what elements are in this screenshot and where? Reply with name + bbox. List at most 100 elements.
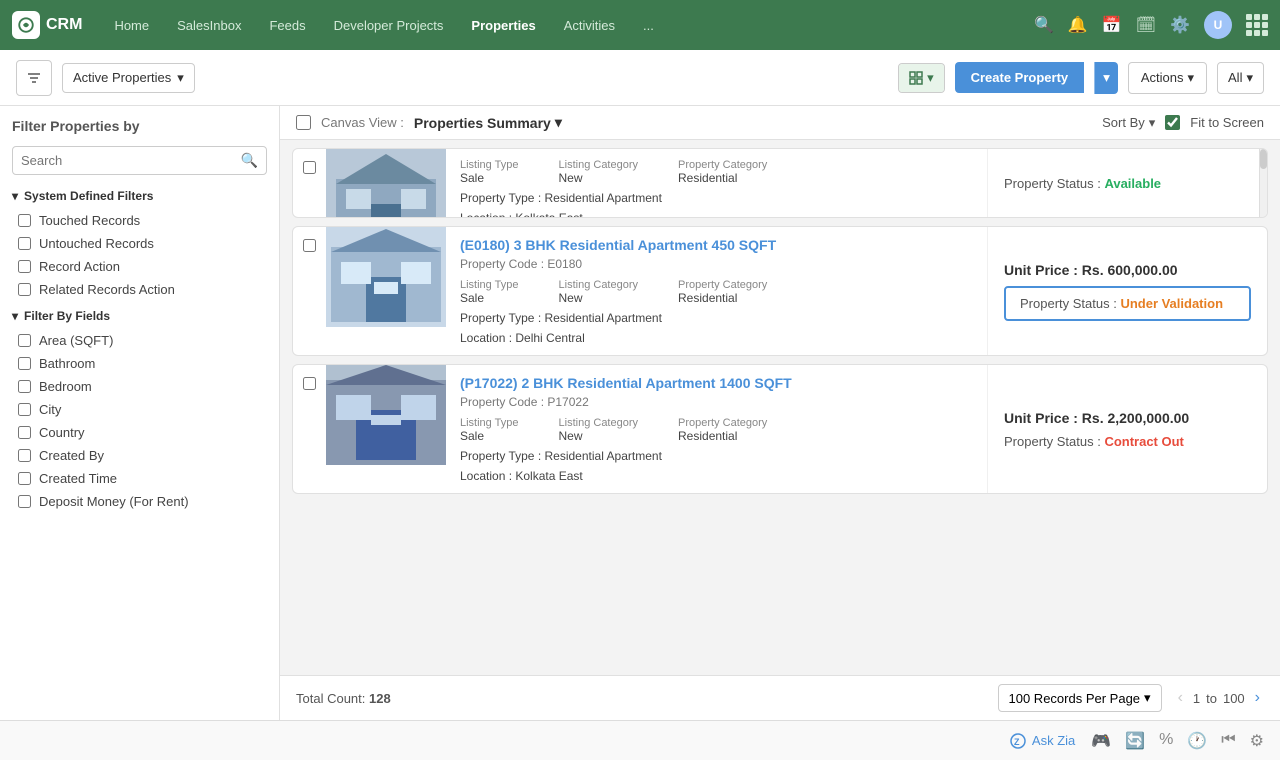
city-checkbox[interactable]: [18, 403, 31, 416]
refresh-icon[interactable]: 🔄: [1125, 731, 1145, 751]
filter-bedroom[interactable]: Bedroom: [12, 375, 267, 398]
filter-created-by[interactable]: Created By: [12, 444, 267, 467]
filter-untouched-records[interactable]: Untouched Records: [12, 232, 267, 255]
settings-icon[interactable]: ⚙️: [1170, 15, 1190, 35]
property-card-body: Listing Type Sale Listing Category New P…: [446, 149, 987, 217]
filter-touched-records[interactable]: Touched Records: [12, 209, 267, 232]
filter-deposit-money[interactable]: Deposit Money (For Rent): [12, 490, 267, 513]
bathroom-label: Bathroom: [39, 356, 95, 371]
listing-type-label: Listing Type: [460, 159, 519, 171]
property-status-val-e0180: Under Validation: [1120, 296, 1223, 311]
property-card-body-p17022: (P17022) 2 BHK Residential Apartment 140…: [446, 365, 987, 493]
create-property-button[interactable]: Create Property: [955, 62, 1085, 93]
record-action-label: Record Action: [39, 259, 120, 274]
percentage-icon[interactable]: %: [1159, 731, 1173, 751]
per-page-label: 100 Records Per Page: [1009, 691, 1141, 706]
property-select-checkbox-p17022[interactable]: [303, 377, 316, 390]
calendar-icon[interactable]: 🗓: [1136, 15, 1156, 35]
per-page-button[interactable]: 100 Records Per Page ▾: [998, 684, 1162, 712]
field-filters-title[interactable]: ▾ Filter By Fields: [12, 309, 267, 323]
property-image: [326, 149, 446, 218]
next-page-button[interactable]: ›: [1251, 687, 1264, 709]
property-title-e0180[interactable]: (E0180) 3 BHK Residential Apartment 450 …: [460, 237, 973, 253]
nav-activities[interactable]: Activities: [552, 12, 627, 39]
actions-button[interactable]: Actions ▾: [1128, 62, 1207, 94]
game-controller-icon[interactable]: 🎮: [1091, 731, 1111, 751]
nav-properties[interactable]: Properties: [459, 12, 547, 39]
bathroom-checkbox[interactable]: [18, 357, 31, 370]
dropdown-icon: ▾: [927, 70, 934, 86]
filter-icon-button[interactable]: [16, 60, 52, 96]
main-layout: Filter Properties by 🔍 ▾ System Defined …: [0, 106, 1280, 720]
search-icon[interactable]: 🔍: [1034, 15, 1054, 35]
search-input[interactable]: [21, 153, 235, 168]
property-title-p17022[interactable]: (P17022) 2 BHK Residential Apartment 140…: [460, 375, 973, 391]
nav-feeds[interactable]: Feeds: [257, 12, 317, 39]
related-records-checkbox[interactable]: [18, 283, 31, 296]
fit-to-screen-checkbox[interactable]: [1165, 115, 1180, 130]
property-code-p17022: Property Code : P17022: [460, 395, 973, 409]
created-by-checkbox[interactable]: [18, 449, 31, 462]
notification-icon[interactable]: 🔔: [1068, 15, 1088, 35]
created-time-checkbox[interactable]: [18, 472, 31, 485]
untouched-records-checkbox[interactable]: [18, 237, 31, 250]
rewind-icon[interactable]: ⏮: [1221, 731, 1235, 751]
deposit-money-checkbox[interactable]: [18, 495, 31, 508]
card-checkbox-area: [293, 149, 326, 217]
country-checkbox[interactable]: [18, 426, 31, 439]
filter-country[interactable]: Country: [12, 421, 267, 444]
property-select-checkbox[interactable]: [303, 161, 316, 174]
clock-icon[interactable]: 🕐: [1187, 731, 1207, 751]
filter-record-action[interactable]: Record Action: [12, 255, 267, 278]
grid-view-button[interactable]: ▾: [899, 64, 944, 92]
nav-salesinbox[interactable]: SalesInbox: [165, 12, 253, 39]
logo-text: CRM: [46, 16, 82, 34]
scrollbar-track[interactable]: [1259, 149, 1267, 217]
fit-to-screen-label: Fit to Screen: [1190, 115, 1264, 130]
all-filter-button[interactable]: All ▾: [1217, 62, 1264, 94]
filter-related-records-action[interactable]: Related Records Action: [12, 278, 267, 301]
select-all-checkbox[interactable]: [296, 115, 311, 130]
sort-by-button[interactable]: Sort By ▾: [1102, 115, 1155, 131]
property-location-row-p17022: Location : Kolkata East: [460, 469, 973, 483]
created-by-label: Created By: [39, 448, 104, 463]
page-current: 1: [1193, 691, 1200, 706]
property-card-right-p17022: Unit Price : Rs. 2,200,000.00 Property S…: [987, 365, 1267, 493]
filter-created-time[interactable]: Created Time: [12, 467, 267, 490]
ask-zia-button[interactable]: Z Ask Zia: [1010, 733, 1075, 749]
property-list: Listing Type Sale Listing Category New P…: [280, 140, 1280, 675]
settings-bottom-icon[interactable]: ⚙: [1250, 731, 1264, 751]
property-status-box: Property Status : Available: [1004, 176, 1251, 191]
property-select-checkbox-e0180[interactable]: [303, 239, 316, 252]
canvas-view-name-dropdown[interactable]: Properties Summary ▾: [414, 114, 562, 131]
area-checkbox[interactable]: [18, 334, 31, 347]
calendar-add-icon[interactable]: 📅: [1102, 15, 1122, 35]
property-image-p17022: [326, 365, 446, 465]
apps-grid-icon[interactable]: [1246, 14, 1268, 36]
field-filters-section: ▾ Filter By Fields Area (SQFT) Bathroom …: [12, 309, 267, 513]
property-card-partial-top: Listing Type Sale Listing Category New P…: [292, 148, 1268, 218]
fit-to-screen-button[interactable]: Fit to Screen: [1190, 115, 1264, 130]
prev-page-button[interactable]: ‹: [1174, 687, 1187, 709]
filter-bathroom[interactable]: Bathroom: [12, 352, 267, 375]
listing-category-meta-e0180: Listing Category New: [559, 279, 639, 305]
system-filters-title[interactable]: ▾ System Defined Filters: [12, 189, 267, 203]
property-card-e0180: (E0180) 3 BHK Residential Apartment 450 …: [292, 226, 1268, 356]
record-action-checkbox[interactable]: [18, 260, 31, 273]
create-property-arrow[interactable]: ▾: [1094, 62, 1118, 94]
filter-title: Filter Properties by: [12, 118, 267, 134]
country-label: Country: [39, 425, 85, 440]
nav-more[interactable]: ...: [631, 12, 666, 39]
avatar[interactable]: U: [1204, 11, 1232, 39]
touched-records-label: Touched Records: [39, 213, 140, 228]
nav-home[interactable]: Home: [102, 12, 161, 39]
filter-city[interactable]: City: [12, 398, 267, 421]
nav-developer-projects[interactable]: Developer Projects: [322, 12, 456, 39]
filter-area[interactable]: Area (SQFT): [12, 329, 267, 352]
all-arrow-icon: ▾: [1246, 70, 1253, 86]
logo[interactable]: CRM: [12, 11, 82, 39]
touched-records-checkbox[interactable]: [18, 214, 31, 227]
page-total: 100: [1223, 691, 1245, 706]
bedroom-checkbox[interactable]: [18, 380, 31, 393]
active-filter-dropdown[interactable]: Active Properties ▾: [62, 63, 195, 93]
